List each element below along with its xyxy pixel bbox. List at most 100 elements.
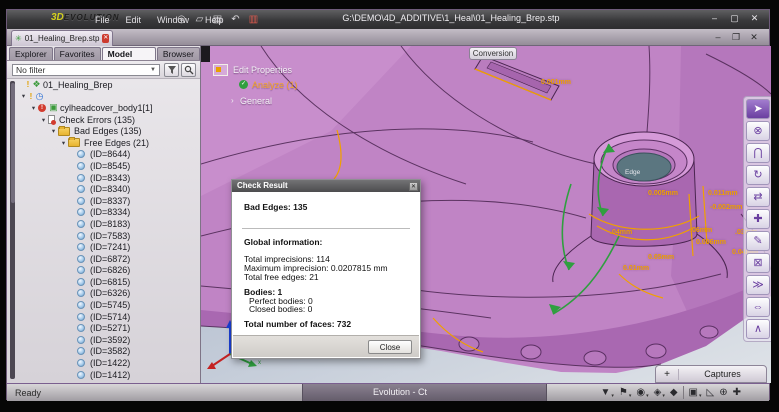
solid-cube-icon[interactable]: ◆ xyxy=(670,386,678,399)
tree-item-edge[interactable]: (ID=7583) xyxy=(19,230,201,242)
dialog-close-button[interactable]: Close xyxy=(368,340,412,354)
dimension-label: 0.011mm xyxy=(708,190,738,197)
tree-item-edge[interactable]: (ID=8343) xyxy=(19,172,201,184)
step-forward-icon[interactable]: ≫ xyxy=(746,275,770,295)
maximize-button[interactable]: ▢ xyxy=(728,13,741,24)
tree-item-product[interactable]: ▾!◷ xyxy=(19,91,201,103)
tree-item-edge[interactable]: (ID=6872) xyxy=(19,253,201,265)
tree-item-edge[interactable]: (ID=8183) xyxy=(19,218,201,230)
open-folder-icon[interactable]: ▱ xyxy=(193,13,206,26)
dialog-close-icon[interactable]: ✕ xyxy=(409,182,418,191)
compare-icon[interactable]: ⇔ xyxy=(746,297,770,317)
menu-edit[interactable]: Edit xyxy=(120,13,148,27)
menu-file[interactable]: File xyxy=(89,13,116,27)
edge-icon xyxy=(77,185,85,193)
save-icon[interactable]: ▤ xyxy=(211,13,224,26)
global-info-header: Global information: xyxy=(244,237,322,247)
filter-value: No filter xyxy=(16,65,45,75)
analyze-item[interactable]: Analyze (1) xyxy=(252,80,298,90)
close-button[interactable]: ✕ xyxy=(748,13,761,24)
tree-item-body[interactable]: ▾!▣cylheadcover_body1[1] xyxy=(19,102,201,114)
tree-item-edge[interactable]: (ID=8337) xyxy=(19,195,201,207)
tree-item-edge[interactable]: (ID=8340) xyxy=(19,183,201,195)
select-cursor-icon[interactable]: ➤ xyxy=(746,99,770,119)
undo-icon[interactable]: ↶ xyxy=(229,13,242,26)
chevron-expanded-icon[interactable]: ▾ xyxy=(39,116,48,124)
tree-item-edge[interactable]: (ID=8644) xyxy=(19,149,201,161)
chevron-expanded-icon[interactable]: ▾ xyxy=(29,104,38,112)
edge-icon xyxy=(77,243,85,251)
tree-item-edge[interactable]: (ID=5714) xyxy=(19,311,201,323)
dimension-label: 0.005mm xyxy=(648,190,678,197)
tree-item-edge[interactable]: (ID=8334) xyxy=(19,207,201,219)
add-capture-icon[interactable]: + xyxy=(656,369,679,380)
log-icon[interactable]: ▥ xyxy=(247,13,260,26)
conversion-tab[interactable]: Conversion xyxy=(469,47,517,60)
tree-item-free-edges[interactable]: ▾Free Edges (21) xyxy=(19,137,201,149)
tree-item-edge[interactable]: (ID=6815) xyxy=(19,276,201,288)
compass-icon[interactable]: ◎ xyxy=(175,13,188,26)
chevron-right-icon[interactable]: › xyxy=(231,96,234,105)
delete-box-icon[interactable]: ⊠ xyxy=(746,253,770,273)
filter-combobox[interactable]: No filter ▼ xyxy=(12,64,160,76)
ramp-icon[interactable]: ◺ xyxy=(707,386,715,399)
search-icon xyxy=(184,65,194,75)
add-icon[interactable]: ✚ xyxy=(746,209,770,229)
minimize-button[interactable]: – xyxy=(708,13,721,24)
tree-item-edge[interactable]: (ID=3592) xyxy=(19,334,201,346)
tab-close-icon[interactable]: ✕ xyxy=(102,34,109,43)
tree-item-edge[interactable]: (ID=7241) xyxy=(19,241,201,253)
general-item[interactable]: General xyxy=(240,96,272,106)
filter-funnel-icon[interactable]: ▼ xyxy=(600,386,613,399)
viewport-right-toolbar: ➤ ⊗ ⋂ ↻ ⇄ ✚ ✎ ⊠ ≫ ⇔ ∧ xyxy=(743,96,771,342)
dimension-label: 0.006mm xyxy=(696,239,726,246)
chevron-expanded-icon[interactable]: ▾ xyxy=(59,139,68,147)
mdi-close-button[interactable]: ✕ xyxy=(749,32,759,43)
tree-item-edge[interactable]: (ID=5745) xyxy=(19,299,201,311)
chevron-expanded-icon[interactable]: ▾ xyxy=(49,127,58,135)
check-report-icon xyxy=(48,115,55,124)
tree-item-check-errors[interactable]: ▾Check Errors (135) xyxy=(19,114,201,126)
filter-funnel-button[interactable] xyxy=(164,63,179,77)
mdi-minimize-button[interactable]: – xyxy=(713,32,723,43)
tree-item-edge[interactable]: (ID=1412) xyxy=(19,369,201,381)
dimension-label: 0.05mm xyxy=(648,254,674,261)
target-icon[interactable]: ⊕ xyxy=(719,386,727,399)
edge-icon xyxy=(77,278,85,286)
pin-icon[interactable]: ⚑ xyxy=(619,386,631,399)
repair-pen-icon[interactable]: ✎ xyxy=(746,231,770,251)
tree-item-edge[interactable]: (ID=5271) xyxy=(19,322,201,334)
document-tab[interactable]: ✳ 01_Healing_Brep.stp ✕ xyxy=(11,30,113,46)
edge-icon xyxy=(77,232,85,240)
chevron-expanded-icon[interactable]: ▾ xyxy=(19,92,28,100)
edge-icon xyxy=(77,220,85,228)
tree-item-edge[interactable]: (ID=8545) xyxy=(19,160,201,172)
tree-item-edge[interactable]: (ID=3582) xyxy=(19,346,201,358)
deselect-icon[interactable]: ⊗ xyxy=(746,121,770,141)
dimension-label: 0.001mm xyxy=(541,79,571,86)
captures-tab[interactable]: + Captures xyxy=(655,365,767,383)
crosshair-icon[interactable]: ✚ xyxy=(733,386,741,399)
tree-item-edge[interactable]: (ID=6326) xyxy=(19,288,201,300)
tree-item-edge[interactable]: (ID=1422) xyxy=(19,357,201,369)
magnet-filter-icon[interactable]: ⋂ xyxy=(746,143,770,163)
check-result-dialog: Check Result ✕ Bad Edges: 135 Global inf… xyxy=(231,179,421,359)
orbit-icon[interactable]: ↻ xyxy=(746,165,770,185)
solid-body-icon: ▣ xyxy=(48,102,59,113)
dialog-title-bar[interactable]: Check Result xyxy=(232,180,420,192)
transform-icon[interactable]: ⇄ xyxy=(746,187,770,207)
edit-properties-icon xyxy=(213,64,228,76)
free-edges-line: Total free edges: 21 xyxy=(244,272,319,282)
section-cube-icon[interactable]: ▣ xyxy=(683,386,702,399)
viewport-corner-handle[interactable] xyxy=(201,46,210,62)
tree-scrollbar-thumb[interactable] xyxy=(11,83,15,203)
dimension-label: .06mm xyxy=(690,227,712,234)
eye-icon[interactable]: ◉ xyxy=(636,386,648,399)
tree-item-edge[interactable]: (ID=6826) xyxy=(19,265,201,277)
collapse-up-icon[interactable]: ∧ xyxy=(746,319,770,339)
tree-item-root[interactable]: !❖01_Healing_Brep xyxy=(19,79,201,91)
mdi-restore-button[interactable]: ❐ xyxy=(731,32,741,43)
search-button[interactable] xyxy=(181,63,196,77)
tree-item-bad-edges[interactable]: ▾Bad Edges (135) xyxy=(19,125,201,137)
wire-cube-icon[interactable]: ◈ xyxy=(654,386,665,399)
